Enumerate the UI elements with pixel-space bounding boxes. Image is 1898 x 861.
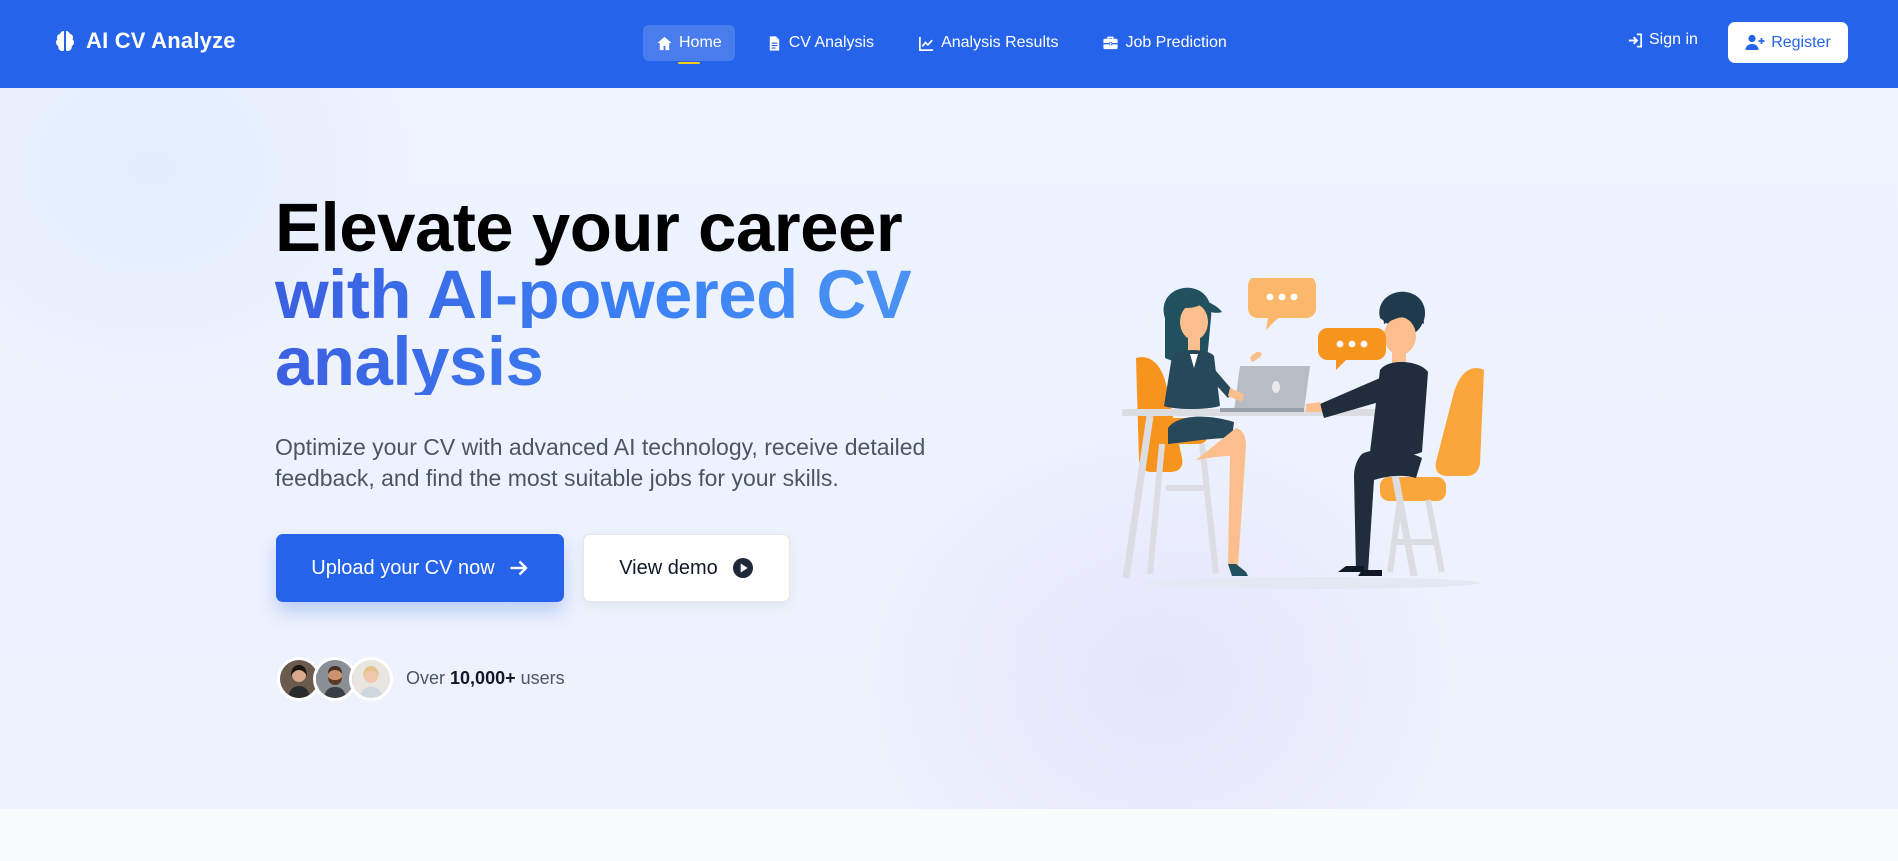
next-section [0, 809, 1898, 861]
play-circle-icon [732, 558, 753, 578]
meeting-illustration [1122, 278, 1484, 589]
file-icon [769, 35, 779, 51]
hero-section: Elevate your career with AI-powered CV a… [0, 88, 1898, 809]
nav-item-label: Analysis Results [941, 34, 1059, 51]
user-avatars [277, 657, 397, 701]
users-suffix: users [520, 668, 565, 688]
sign-in-link[interactable]: Sign in [1627, 31, 1698, 49]
view-demo-button[interactable]: View demo [583, 534, 790, 602]
headline-line-1: Elevate your career [275, 189, 903, 266]
headline-line-3: analysis [275, 327, 911, 396]
nav-item-job-prediction[interactable]: Job Prediction [1089, 25, 1239, 61]
avatar [349, 657, 393, 701]
arrow-right-icon [510, 560, 528, 576]
nav-item-label: Job Prediction [1125, 34, 1227, 51]
users-count-text: Over 10,000+ users [406, 668, 565, 689]
users-count: 10,000+ [450, 668, 516, 688]
register-button[interactable]: Register [1728, 22, 1848, 63]
main-nav: Home CV Analysis Analysis Results Job Pr… [643, 25, 1258, 64]
sign-in-label: Sign in [1649, 31, 1698, 48]
sign-in-icon [1628, 33, 1643, 47]
top-navbar: AI CV Analyze Home CV Analysis Analysis … [0, 0, 1898, 88]
upload-cv-button[interactable]: Upload your CV now [276, 534, 564, 602]
brand-name: AI CV Analyze [86, 28, 236, 53]
nav-item-home[interactable]: Home [643, 25, 735, 64]
brain-icon [56, 31, 74, 51]
users-prefix: Over [406, 668, 446, 688]
nav-item-analysis-results[interactable]: Analysis Results [905, 25, 1071, 61]
home-icon [657, 36, 672, 50]
nav-item-label: Home [679, 34, 722, 51]
briefcase-icon [1103, 36, 1119, 49]
chart-line-icon [919, 36, 934, 51]
nav-item-label: CV Analysis [788, 34, 875, 51]
upload-cv-label: Upload your CV now [311, 556, 495, 579]
register-label: Register [1771, 33, 1831, 51]
nav-item-cv-analysis[interactable]: CV Analysis [753, 25, 887, 61]
hero-headline: Elevate your career with AI-powered CV a… [275, 189, 912, 396]
headline-line-2: with AI-powered CV [275, 256, 912, 333]
user-plus-icon [1745, 34, 1765, 50]
hero-subtext: Optimize your CV with advanced AI techno… [275, 434, 926, 491]
view-demo-label: View demo [619, 556, 718, 579]
brand-logo[interactable]: AI CV Analyze [52, 28, 236, 54]
